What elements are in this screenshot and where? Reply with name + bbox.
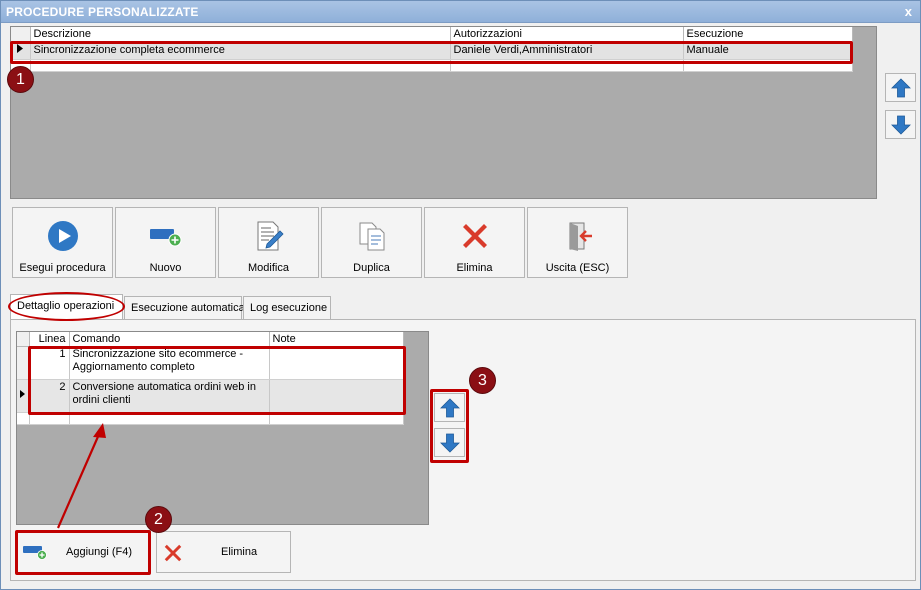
annotation-arrow xyxy=(56,423,106,529)
